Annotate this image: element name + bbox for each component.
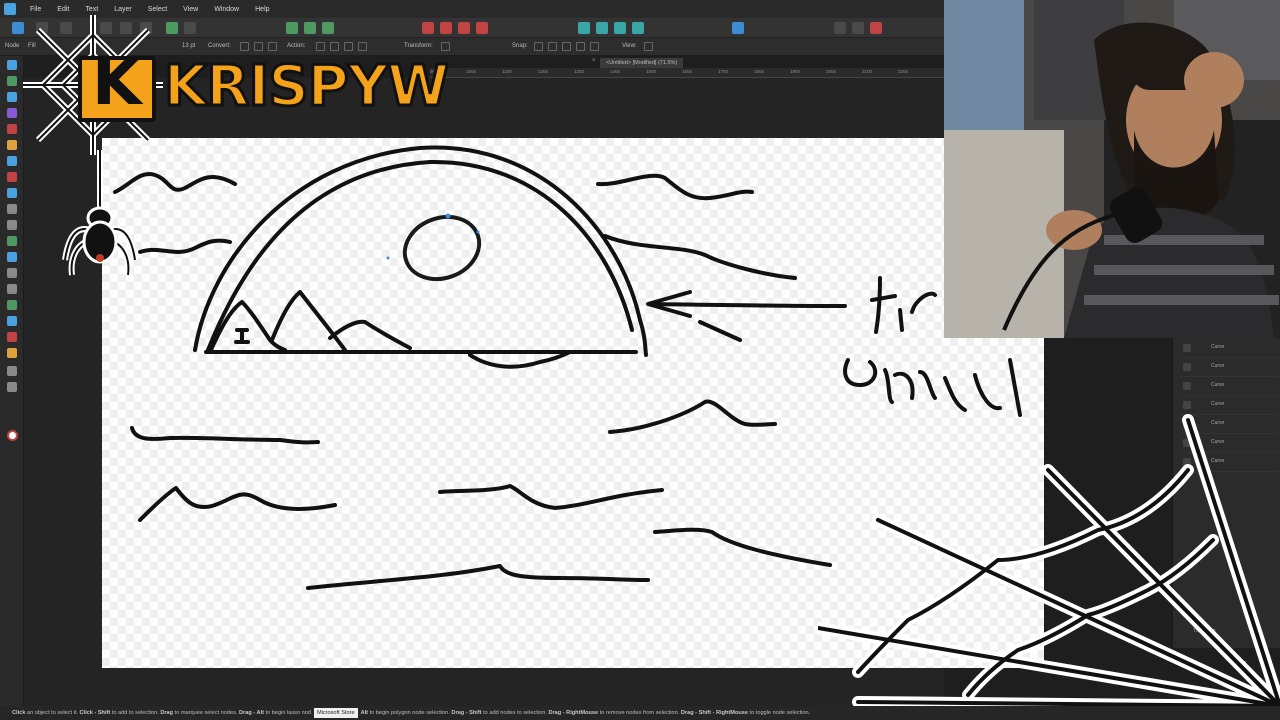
status-key: Alt [360,710,369,716]
base-shadow-stroke [468,350,572,369]
logo-letter: K [92,46,142,120]
status-hint: to remove nodes from selection. [598,710,681,716]
wave-stroke [653,527,832,567]
layer-name: Curve [1211,401,1225,407]
wave-stroke [438,484,664,510]
status-hint: an object to select it. [25,710,80,716]
eye-icon[interactable] [1183,382,1191,390]
layer-name: Curve [1211,344,1225,350]
status-hint: to begin lasso nod [263,710,311,716]
status-hint: to toggle node selection. [748,710,811,716]
dome-inner-stroke [206,159,634,352]
wave-stroke [306,564,650,590]
taskbar-tooltip: Microsoft Store [313,708,358,718]
handwriting-stroke [843,358,1022,417]
wave-stroke [608,399,777,434]
status-key: Drag - Alt [239,710,264,716]
eye-icon[interactable] [1183,401,1191,409]
status-key: Click - Shift [79,710,111,716]
node-handle [476,230,480,234]
status-hint: to add to selection. [110,710,161,716]
node-handle [445,213,451,219]
figure-stroke [234,328,250,344]
wave-stroke [596,173,754,201]
webcam-feed [944,0,1280,338]
mountain-stroke [208,300,287,354]
status-key: Drag - Shift - RightMouse [680,710,748,716]
layer-row[interactable]: Curve [1179,359,1279,377]
mountain-stroke [270,290,347,352]
spider-web-corner [818,414,1280,706]
status-key: Drag - Shift [451,710,482,716]
layer-row[interactable]: Curve [1179,340,1279,358]
webcam-overlay [944,0,1280,338]
eye-icon[interactable] [1183,363,1191,371]
wave-stroke [603,234,797,280]
eye-icon[interactable] [1183,344,1191,352]
wave-stroke [130,426,320,445]
status-hint: to add nodes to selection. [481,710,549,716]
wave-stroke [138,486,337,522]
status-bar: Click an object to select it. Click - Sh… [0,706,1280,720]
layer-name: Curve [1211,382,1225,388]
layer-row[interactable]: Curve [1179,378,1279,396]
arrow-shaft-stroke [648,302,847,308]
handwriting-stroke [870,276,937,334]
status-key: Drag - RightMouse [548,710,599,716]
logo-wordmark: KRISPYW [162,53,450,121]
layer-name: Curve [1211,363,1225,369]
selected-ellipse [402,214,482,282]
status-hint: to begin polygon node selection. [368,710,452,716]
wave-stroke [138,238,232,254]
status-key: Drag [160,710,174,716]
status-hint: to marquee select nodes. [173,710,240,716]
arrow-tail-stroke [698,320,742,342]
node-handle [386,256,390,260]
status-key: Click [12,710,26,716]
spider-icon [62,150,138,276]
